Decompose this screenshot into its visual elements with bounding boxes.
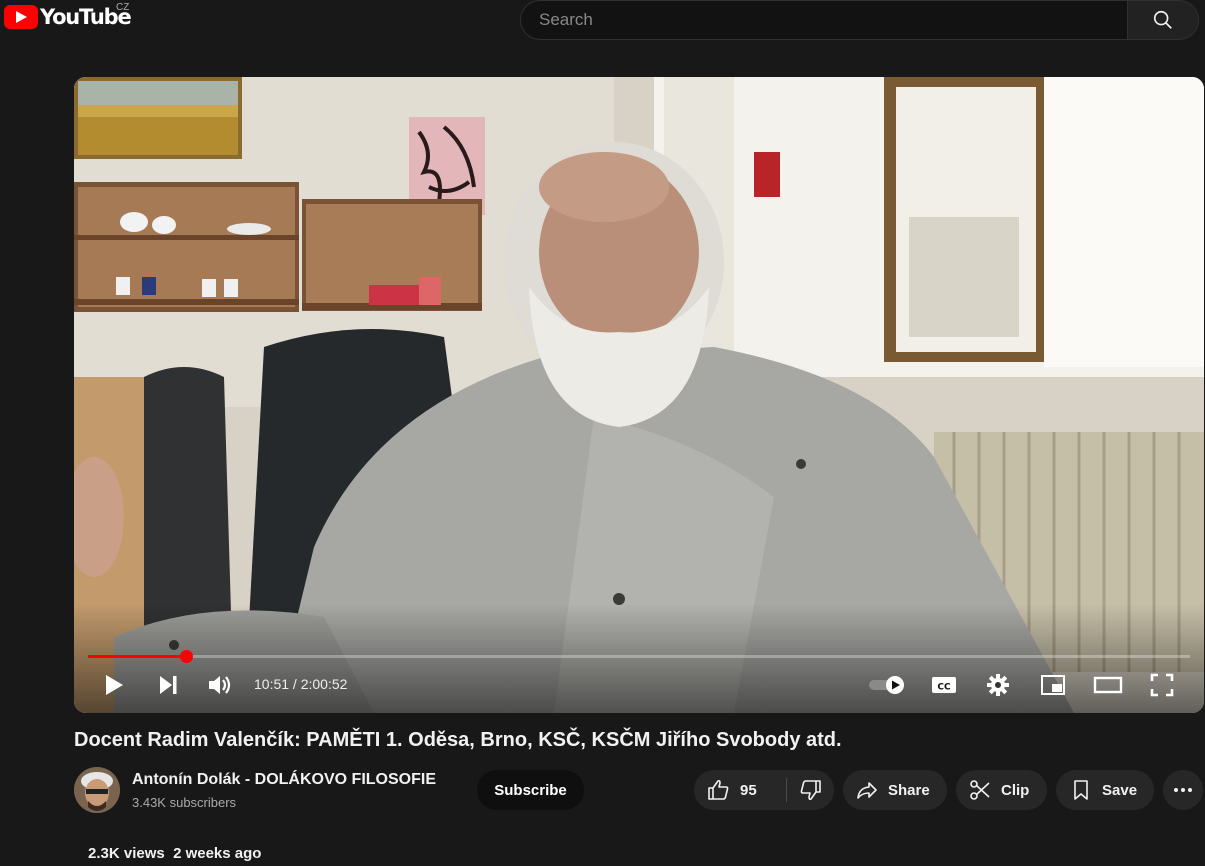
search-bar	[520, 0, 1199, 40]
view-count: 2.3K views	[88, 845, 165, 862]
like-count: 95	[740, 781, 757, 799]
time-display: 10:51 / 2:00:52	[254, 676, 348, 692]
autoplay-toggle[interactable]	[866, 671, 908, 699]
miniplayer-icon	[1041, 675, 1065, 695]
video-player[interactable]: 10:51 / 2:00:52 CC	[74, 77, 1204, 713]
scissors-icon	[970, 780, 990, 800]
volume-icon	[209, 676, 231, 694]
thumbs-down-icon	[800, 780, 821, 801]
dislike-button[interactable]	[787, 770, 834, 810]
fullscreen-button[interactable]	[1146, 671, 1178, 699]
like-dislike-group: 95	[694, 770, 834, 810]
volume-button[interactable]	[204, 671, 236, 699]
progress-fill	[88, 655, 187, 658]
progress-bar[interactable]	[88, 650, 1190, 663]
channel-avatar[interactable]	[74, 767, 120, 813]
youtube-logo[interactable]: YouTube CZ	[4, 2, 132, 30]
subscriber-count: 3.43K subscribers	[132, 795, 237, 810]
play-button[interactable]	[98, 671, 130, 699]
clip-label: Clip	[1001, 781, 1030, 799]
video-stats: 2.3K views 2 weeks ago	[88, 845, 261, 862]
progress-scrubber[interactable]	[180, 650, 194, 663]
share-label: Share	[888, 781, 930, 799]
gear-icon	[987, 674, 1009, 696]
autoplay-toggle-icon	[869, 676, 904, 694]
like-button[interactable]: 95	[694, 770, 786, 810]
next-button[interactable]	[152, 671, 184, 699]
search-button[interactable]	[1127, 0, 1199, 40]
closed-captions-icon: CC	[932, 677, 956, 693]
theater-mode-button[interactable]	[1090, 671, 1126, 699]
save-label: Save	[1102, 781, 1138, 799]
more-actions-button[interactable]	[1163, 770, 1203, 810]
subscribe-button[interactable]: Subscribe	[477, 770, 584, 810]
search-input[interactable]	[520, 0, 1127, 40]
more-horizontal-icon	[1174, 788, 1192, 792]
region-code: CZ	[116, 2, 130, 13]
play-icon	[106, 675, 123, 695]
bookmark-icon	[1074, 780, 1088, 800]
fullscreen-icon	[1150, 673, 1174, 697]
posted-date: 2 weeks ago	[173, 845, 262, 862]
search-icon	[1153, 10, 1172, 29]
subtitles-button[interactable]: CC	[928, 671, 960, 699]
channel-name[interactable]: Antonín Dolák - DOLÁKOVO FILOSOFIE	[132, 771, 436, 789]
theater-mode-icon	[1093, 676, 1123, 694]
skip-next-icon	[160, 676, 177, 694]
video-title: Docent Radim Valenčík: PAMĚTI 1. Oděsa, …	[74, 729, 842, 751]
svg-text:CC: CC	[937, 683, 951, 693]
play-badge-icon	[4, 5, 38, 29]
share-icon	[857, 782, 877, 799]
settings-button[interactable]	[982, 671, 1014, 699]
clip-button[interactable]: Clip	[956, 770, 1047, 810]
share-button[interactable]: Share	[843, 770, 947, 810]
miniplayer-button[interactable]	[1037, 671, 1069, 699]
thumbs-up-icon	[708, 779, 729, 800]
controls-overlay	[74, 603, 1204, 713]
save-button[interactable]: Save	[1056, 770, 1154, 810]
